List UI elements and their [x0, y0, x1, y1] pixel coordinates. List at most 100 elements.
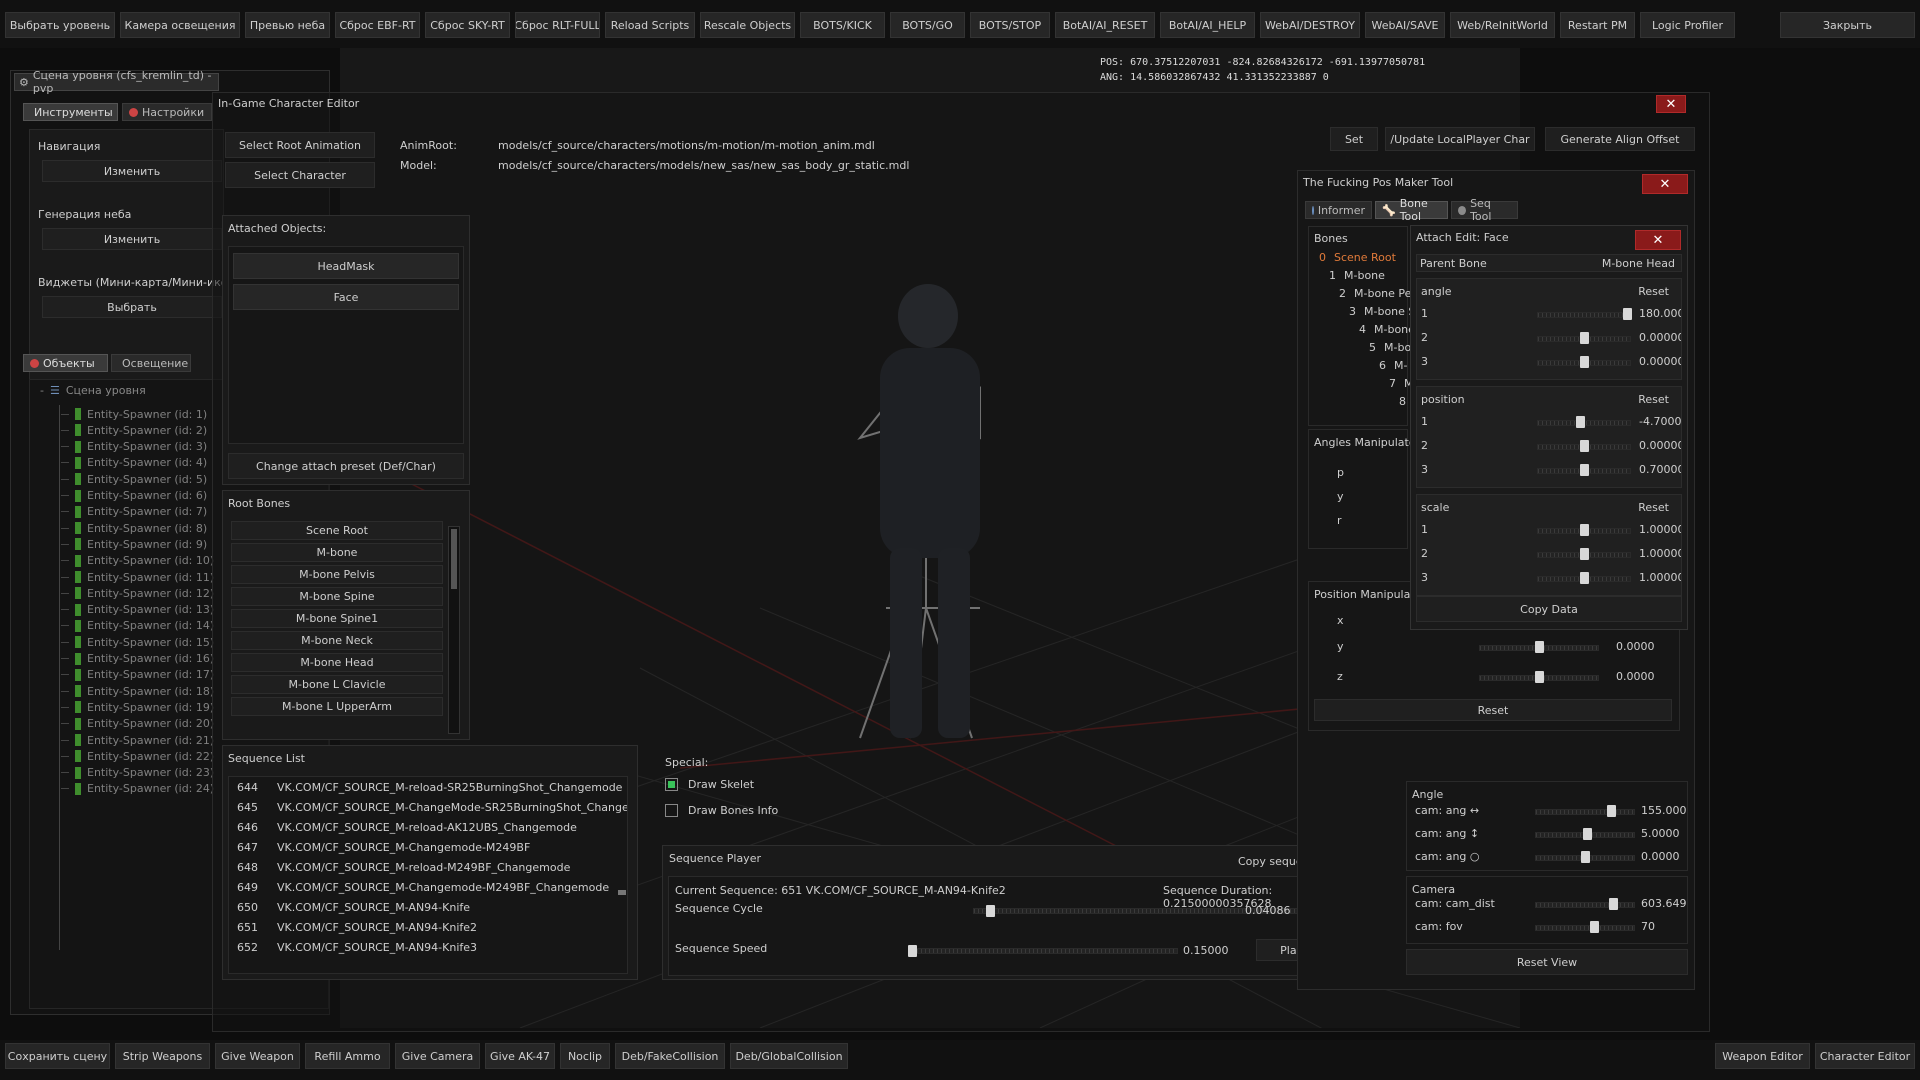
tree-item[interactable]: Entity-Spawner (id: 3) [61, 439, 207, 455]
select-root-animation-button[interactable]: Select Root Animation [225, 132, 375, 158]
tree-item[interactable]: Entity-Spawner (id: 6) [61, 488, 207, 504]
fake-collision-button[interactable]: Deb/FakeCollision [615, 1043, 725, 1069]
reload-scripts-button[interactable]: Reload Scripts [605, 12, 695, 38]
light-camera-button[interactable]: Камера освещения [120, 12, 240, 38]
botai-help-button[interactable]: BotAI/AI_HELP [1160, 12, 1255, 38]
attach-row-slider[interactable] [1537, 312, 1631, 318]
root-bones-scrollbar[interactable] [448, 526, 460, 734]
root-bone-item[interactable]: M-bone Spine [231, 587, 443, 606]
root-bone-item[interactable]: M-bone Spine1 [231, 609, 443, 628]
webai-save-button[interactable]: WebAI/SAVE [1365, 12, 1445, 38]
select-level-button[interactable]: Выбрать уровень [5, 12, 115, 38]
sequence-cycle-knob[interactable] [986, 905, 996, 917]
restart-pm-button[interactable]: Restart PM [1560, 12, 1635, 38]
tree-item[interactable]: Entity-Spawner (id: 21) [61, 732, 214, 748]
bone-tree-item[interactable]: 3 M-bone S [1349, 305, 1415, 318]
draw-skelet-checkbox[interactable]: Draw Skelet [665, 778, 754, 791]
root-bone-item[interactable]: Scene Root [231, 521, 443, 540]
bone-tree-item[interactable]: 2 M-bone Pel [1339, 287, 1414, 300]
scrollbar-thumb[interactable] [618, 890, 626, 895]
cam-row-knob[interactable] [1590, 921, 1600, 933]
attached-item-face[interactable]: Face [233, 284, 459, 310]
tree-item[interactable]: Entity-Spawner (id: 15) [61, 634, 214, 650]
tree-item[interactable]: Entity-Spawner (id: 13) [61, 602, 214, 618]
tree-item[interactable]: Entity-Spawner (id: 12) [61, 585, 214, 601]
sequence-row[interactable]: 647 VK.COM/CF_SOURCE_M-Changemode-M249BF [237, 841, 530, 859]
tree-item[interactable]: Entity-Spawner (id: 17) [61, 667, 214, 683]
tree-item[interactable]: Entity-Spawner (id: 4) [61, 455, 207, 471]
save-scene-button[interactable]: Сохранить сцену [5, 1043, 110, 1069]
sequence-speed-slider[interactable] [908, 948, 1178, 954]
tree-item[interactable]: Entity-Spawner (id: 1) [61, 406, 207, 422]
sequence-row[interactable]: 644 VK.COM/CF_SOURCE_M-reload-SR25Burning… [237, 781, 622, 799]
attach-group-reset-button[interactable]: Reset [1638, 285, 1669, 298]
bone-tree-item[interactable]: 1 M-bone [1329, 269, 1385, 282]
tree-item[interactable]: Entity-Spawner (id: 22) [61, 748, 214, 764]
widgets-select-button[interactable]: Выбрать [42, 296, 222, 318]
sequence-row[interactable]: 646 VK.COM/CF_SOURCE_M-reload-AK12UBS_Cha… [237, 821, 577, 839]
root-bone-item[interactable]: M-bone Head [231, 653, 443, 672]
give-weapon-button[interactable]: Give Weapon [215, 1043, 300, 1069]
tab-settings[interactable]: Настройки [122, 103, 212, 121]
global-collision-button[interactable]: Deb/GlobalCollision [730, 1043, 848, 1069]
attach-row-knob[interactable] [1580, 332, 1589, 344]
tree-item[interactable]: Entity-Spawner (id: 11) [61, 569, 214, 585]
noclip-button[interactable]: Noclip [560, 1043, 610, 1069]
tree-item[interactable]: Entity-Spawner (id: 20) [61, 716, 214, 732]
sequence-row[interactable]: 651 VK.COM/CF_SOURCE_M-AN94-Knife2 [237, 921, 477, 939]
generate-align-offset-button[interactable]: Generate Align Offset [1545, 127, 1695, 151]
bone-tree-item[interactable]: 6 M- [1379, 359, 1407, 372]
bots-stop-button[interactable]: BOTS/STOP [970, 12, 1050, 38]
change-attach-preset-button[interactable]: Change attach preset (Def/Char) [228, 453, 464, 479]
bone-tree-item[interactable]: 5 M-bo [1369, 341, 1411, 354]
reset-sky-button[interactable]: Сброс SKY-RT [425, 12, 510, 38]
tab-tools[interactable]: Инструменты [23, 103, 118, 121]
logic-profiler-button[interactable]: Logic Profiler [1640, 12, 1735, 38]
tree-root[interactable]: - ☰ Сцена уровня [40, 384, 146, 397]
tab-seq-tool[interactable]: Seq Tool [1451, 197, 1518, 223]
scene-window-titlebar[interactable]: ⚙ Сцена уровня (cfs_kremlin_td) - pvp [14, 69, 219, 95]
sequence-scrollbar[interactable] [616, 778, 628, 972]
tree-item[interactable]: Entity-Spawner (id: 5) [61, 471, 207, 487]
tree-item[interactable]: Entity-Spawner (id: 18) [61, 683, 214, 699]
sequence-row[interactable]: 645 VK.COM/CF_SOURCE_M-ChangeMode-SR25Bur… [237, 801, 627, 819]
root-bone-item[interactable]: M-bone [231, 543, 443, 562]
char-editor-close-button[interactable]: ✕ [1656, 95, 1686, 113]
attach-row-knob[interactable] [1580, 464, 1589, 476]
sequence-row[interactable]: 652 VK.COM/CF_SOURCE_M-AN94-Knife3 [237, 941, 477, 959]
webai-destroy-button[interactable]: WebAI/DESTROY [1260, 12, 1360, 38]
cam-row-slider[interactable] [1535, 902, 1635, 908]
root-bone-item[interactable]: M-bone Neck [231, 631, 443, 650]
bots-go-button[interactable]: BOTS/GO [890, 12, 965, 38]
cam-row-knob[interactable] [1581, 851, 1590, 863]
character-editor-button[interactable]: Character Editor [1815, 1043, 1915, 1069]
tab-objects[interactable]: Объекты [23, 354, 108, 372]
bots-kick-button[interactable]: BOTS/KICK [800, 12, 885, 38]
attach-row-knob[interactable] [1580, 572, 1589, 584]
reset-view-button[interactable]: Reset View [1406, 949, 1688, 975]
bone-tree-item[interactable]: 0 Scene Root [1319, 251, 1396, 264]
draw-bones-info-checkbox[interactable]: Draw Bones Info [665, 804, 778, 817]
scrollbar-thumb[interactable] [451, 529, 457, 589]
pos-y-knob[interactable] [1535, 641, 1544, 653]
strip-weapons-button[interactable]: Strip Weapons [115, 1043, 210, 1069]
sequence-row[interactable]: 650 VK.COM/CF_SOURCE_M-AN94-Knife [237, 901, 470, 919]
attach-group-reset-button[interactable]: Reset [1638, 501, 1669, 514]
attach-row-knob[interactable] [1580, 548, 1589, 560]
tab-lighting[interactable]: Освещение [111, 354, 191, 372]
pos-z-knob[interactable] [1535, 671, 1544, 683]
reset-rlt-button[interactable]: Сброс RLT-FULL [515, 12, 600, 38]
update-localplayer-button[interactable]: /Update LocalPlayer Char [1385, 127, 1535, 151]
set-button[interactable]: Set [1330, 127, 1378, 151]
tree-item[interactable]: Entity-Spawner (id: 23) [61, 765, 214, 781]
attach-row-knob[interactable] [1575, 416, 1585, 428]
attach-row-knob[interactable] [1580, 524, 1589, 536]
sky-preview-button[interactable]: Превью неба [245, 12, 330, 38]
tree-item[interactable]: Entity-Spawner (id: 16) [61, 651, 214, 667]
copy-data-button[interactable]: Copy Data [1416, 596, 1682, 622]
attach-group-reset-button[interactable]: Reset [1638, 393, 1669, 406]
sequence-row[interactable]: 649 VK.COM/CF_SOURCE_M-Changemode-M249BF_… [237, 881, 609, 899]
cam-row-knob[interactable] [1606, 805, 1616, 817]
attach-edit-close-button[interactable]: ✕ [1635, 230, 1681, 250]
attach-row-knob[interactable] [1580, 356, 1589, 368]
